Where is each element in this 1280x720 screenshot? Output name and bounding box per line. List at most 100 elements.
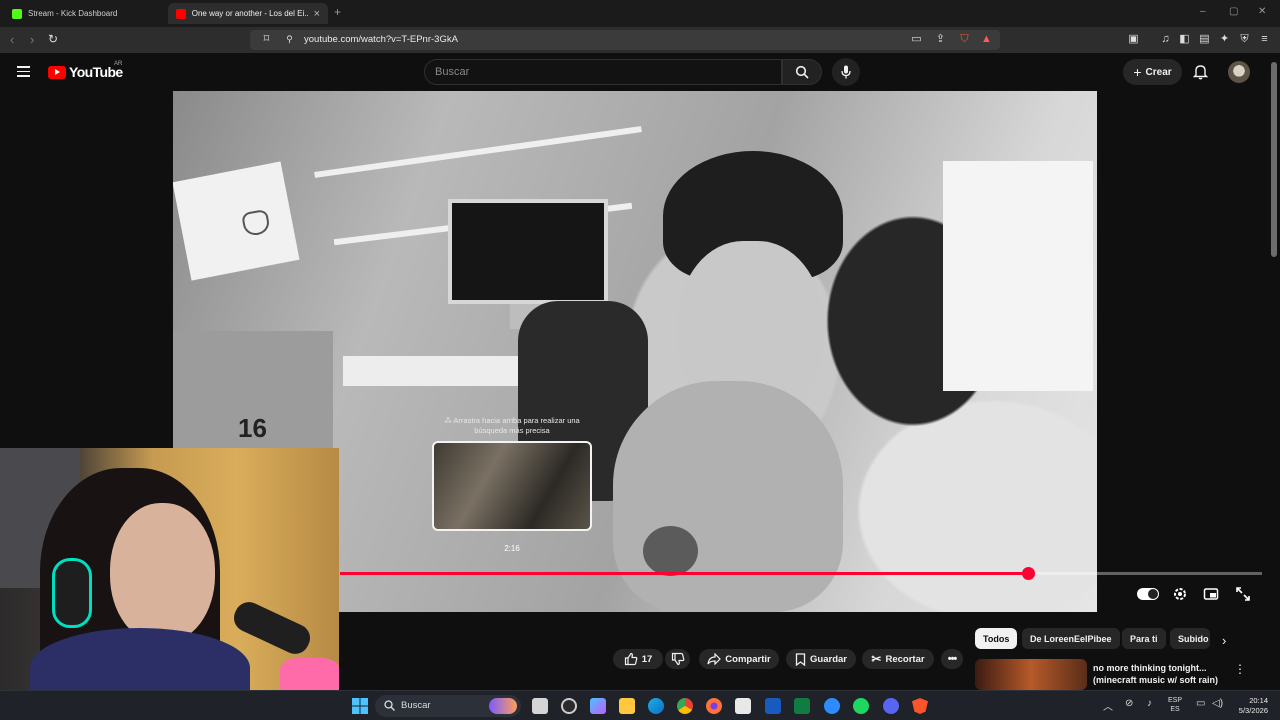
sidebar-icon[interactable]: ◧ (1178, 33, 1191, 46)
word-app-icon[interactable] (765, 698, 781, 714)
brave-shields-icon[interactable]: ⛉ (958, 33, 971, 46)
page-scrollbar[interactable] (1271, 62, 1277, 257)
drag-search-hint: ⁂ Arrastra hacia arriba para realizar un… (444, 416, 580, 435)
dislike-button[interactable] (665, 649, 690, 669)
back-icon[interactable]: ‹ (10, 32, 14, 47)
chip-all[interactable]: Todos (975, 628, 1018, 649)
search-icon (795, 65, 809, 79)
youtube-header: YouTube AR Buscar + Crear (0, 53, 1280, 91)
chip-uploaded[interactable]: Subido (1170, 628, 1210, 649)
forward-icon[interactable]: › (30, 32, 34, 47)
voice-search-button[interactable] (832, 58, 860, 86)
webcam-pink-object (280, 658, 339, 690)
obs-app-icon[interactable] (561, 698, 577, 714)
webcam-headset (52, 558, 92, 628)
taskbar-clock[interactable]: 20:14 5/3/2026 (1228, 696, 1268, 716)
spotify-app-icon[interactable] (853, 698, 869, 714)
media-icon[interactable]: ♫ (1159, 33, 1172, 46)
tab-kick-dashboard[interactable]: Stream - Kick Dashboard (4, 3, 164, 24)
close-window-icon[interactable]: ✕ (1258, 6, 1266, 17)
miniplayer-icon[interactable] (1203, 586, 1219, 602)
notifications-bell-icon[interactable] (1193, 64, 1208, 80)
brave-app-icon[interactable] (912, 698, 928, 714)
create-button[interactable]: + Crear (1123, 59, 1182, 85)
share-page-icon[interactable]: ⇪ (934, 33, 947, 46)
youtube-logo[interactable]: YouTube AR (48, 61, 123, 80)
taskbar-search[interactable]: Buscar (375, 695, 521, 717)
chip-for-you[interactable]: Para ti (1122, 628, 1166, 649)
windows-start-icon[interactable] (352, 698, 368, 714)
minimize-icon[interactable]: – (1200, 6, 1206, 17)
vpn-icon[interactable]: ⛨ (1238, 33, 1251, 46)
input-language[interactable]: ESP ES (1168, 696, 1182, 714)
search-input[interactable]: Buscar (424, 59, 782, 85)
volume-icon[interactable]: ◁) (1212, 698, 1223, 709)
excel-app-icon[interactable] (794, 698, 810, 714)
edge-app-icon[interactable] (648, 698, 664, 714)
display-icon[interactable]: ▭ (1196, 698, 1205, 709)
country-code: AR (114, 61, 123, 67)
wallet-icon[interactable]: ▤ (1198, 33, 1211, 46)
like-button[interactable]: 17 (613, 649, 663, 669)
tab-youtube-video[interactable]: One way or another - Los del Ei... × (168, 3, 328, 24)
video-desk (343, 356, 543, 386)
recommendation-menu-icon[interactable]: ⋮ (1234, 662, 1246, 676)
chips-next-chevron-icon[interactable]: › (1222, 633, 1226, 648)
new-tab-icon[interactable]: + (334, 5, 341, 19)
save-button[interactable]: Guardar (786, 649, 856, 669)
settings-gear-icon[interactable] (1172, 586, 1188, 602)
recommendation-title[interactable]: no more thinking tonight... (minecraft m… (1093, 662, 1233, 686)
file-explorer-icon[interactable] (619, 698, 635, 714)
scissors-icon: ✂ (871, 652, 882, 666)
screenshot-icon[interactable]: ▣ (1127, 33, 1140, 46)
search-highlight-icon (489, 698, 517, 714)
network-off-icon[interactable]: ⊘ (1125, 698, 1133, 709)
seek-preview-time: 2:16 (504, 544, 520, 553)
webcam-person-face (110, 503, 215, 643)
store-app-icon[interactable] (735, 698, 751, 714)
maximize-icon[interactable]: ▢ (1229, 6, 1238, 17)
discord-app-icon[interactable] (883, 698, 899, 714)
task-view-icon[interactable] (532, 698, 548, 714)
fullscreen-icon[interactable] (1235, 586, 1251, 602)
close-tab-icon[interactable]: × (314, 8, 320, 20)
firefox-app-icon[interactable] (706, 698, 722, 714)
bookmark-icon[interactable]: ⌑ (260, 33, 273, 46)
tray-overflow-chevron-icon[interactable]: ︿ (1103, 698, 1113, 713)
video-teddy-nose (643, 526, 698, 576)
windows-taskbar: Buscar ︿ ⊘ ♪ ESP ES ▭ ◁) 20:14 5/3/2026 (0, 690, 1280, 720)
video-shelf (314, 126, 642, 178)
zoom-app-icon[interactable] (824, 698, 840, 714)
url-field[interactable]: ⌑ ⚲ youtube.com/watch?v=T-EPnr-3GkA ▭ ⇪ … (250, 30, 1000, 50)
plus-icon: + (1133, 64, 1142, 80)
share-button[interactable]: Compartir (699, 649, 779, 669)
tab-title: Stream - Kick Dashboard (28, 9, 118, 18)
microphone-icon (841, 65, 851, 79)
search-button[interactable] (782, 59, 822, 85)
autoplay-toggle[interactable] (1137, 588, 1159, 600)
chrome-app-icon[interactable] (677, 698, 693, 714)
thumbs-up-icon (624, 652, 638, 666)
cast-icon[interactable]: ▭ (910, 33, 923, 46)
leo-ai-icon[interactable]: ✦ (1218, 33, 1231, 46)
copilot-app-icon[interactable] (590, 698, 606, 714)
avatar[interactable] (1228, 61, 1250, 83)
site-settings-icon[interactable]: ⚲ (283, 33, 296, 46)
bookmark-save-icon (795, 652, 806, 666)
tray-mic-icon[interactable]: ♪ (1147, 698, 1152, 709)
browser-tab-bar: Stream - Kick Dashboard One way or anoth… (0, 0, 1280, 27)
video-monitor (448, 199, 608, 304)
brave-rewards-icon[interactable]: ▲ (980, 33, 993, 46)
progress-scrubber-handle[interactable] (1021, 567, 1035, 580)
hamburger-menu-icon[interactable] (17, 66, 30, 77)
more-actions-button[interactable]: ••• (941, 649, 963, 669)
reload-icon[interactable]: ↻ (48, 32, 58, 46)
menu-icon[interactable]: ≡ (1258, 33, 1271, 46)
like-count: 17 (641, 653, 653, 665)
taskbar-search-icon (384, 700, 395, 711)
url-text: youtube.com/watch?v=T-EPnr-3GkA (304, 34, 458, 45)
chip-channel[interactable]: De LoreenEelPibee (1022, 628, 1120, 649)
address-bar-row: ‹ › ↻ ⌑ ⚲ youtube.com/watch?v=T-EPnr-3Gk… (0, 27, 1280, 53)
clip-button[interactable]: ✂ Recortar (862, 649, 934, 669)
recommendation-thumbnail[interactable] (975, 659, 1087, 690)
